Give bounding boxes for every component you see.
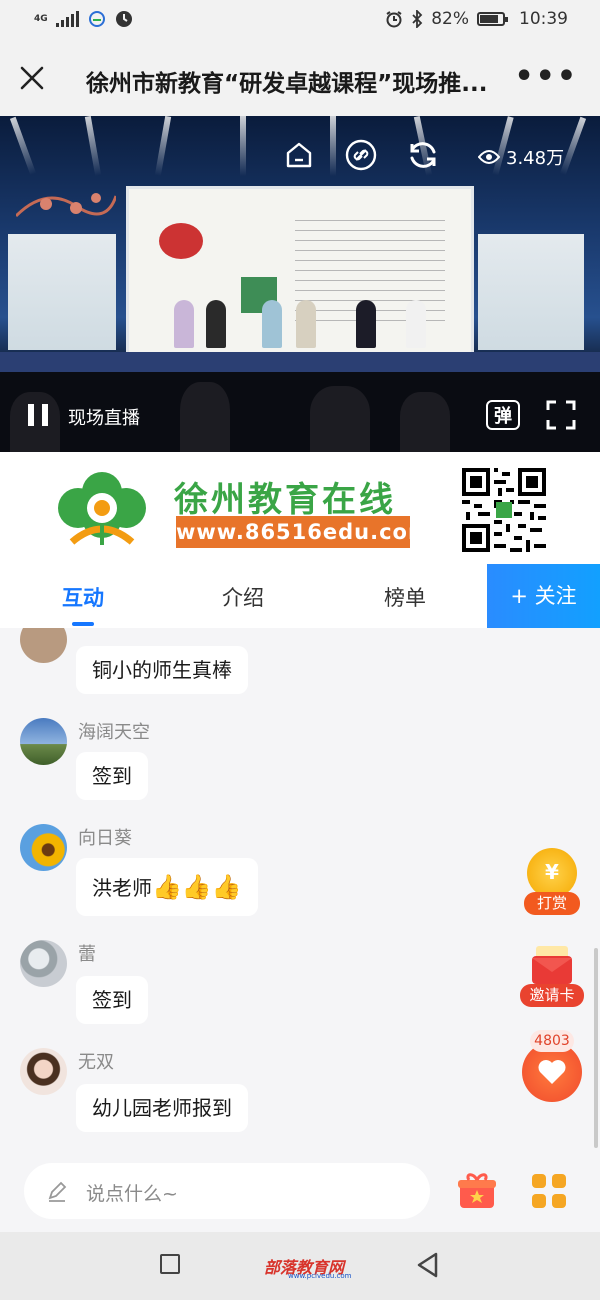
message-bubble: 签到 (76, 976, 148, 1024)
tip-label: 打赏 (524, 892, 580, 915)
avatar (20, 940, 67, 987)
tab-active-indicator (72, 622, 94, 626)
back-icon[interactable] (416, 1252, 440, 1278)
avatar (20, 824, 67, 871)
bluetooth-icon (412, 10, 423, 28)
input-bar: 说点什么~ (0, 1152, 600, 1232)
tab-ranking[interactable]: 榜单 (384, 582, 426, 612)
brand-url: www.86516edu.com (176, 516, 430, 548)
eye-icon (478, 150, 500, 164)
close-icon[interactable] (12, 58, 52, 98)
battery-percent: 82% (431, 9, 469, 29)
avatar (20, 718, 67, 765)
pause-icon[interactable] (28, 404, 50, 426)
message-bubble: 铜小的师生真棒 (76, 646, 248, 694)
invite-card-button[interactable]: 邀请卡 (520, 942, 584, 1010)
qr-code (462, 468, 546, 552)
status-bar: 4G 82% 10:39 (0, 0, 600, 40)
avatar (20, 628, 67, 663)
tab-bar: 互动 介绍 榜单 + 关注 (0, 564, 600, 629)
thumbs-up-icon: 👍👍👍 (152, 873, 242, 901)
clock-time: 10:39 (519, 9, 568, 29)
chat-input-placeholder: 说点什么~ (86, 1183, 178, 1205)
page-title: 徐州市新教育“研发卓越课程”现场推... (86, 71, 488, 97)
refresh-icon[interactable] (406, 138, 440, 172)
gift-icon[interactable] (456, 1170, 498, 1212)
live-label: 现场直播 (68, 408, 140, 429)
username: 向日葵 (78, 828, 132, 849)
message-bubble: 洪老师👍👍👍 (76, 858, 258, 916)
username: 无双 (78, 1052, 114, 1073)
network-type: 4G (34, 13, 48, 24)
cloud-icon (88, 11, 105, 27)
pencil-icon (48, 1181, 67, 1202)
watermark-url: www.pcivedu.com (288, 1272, 352, 1280)
username: 海阔天空 (78, 722, 150, 743)
follow-button[interactable]: + 关注 (487, 564, 600, 628)
apps-icon[interactable] (532, 1174, 566, 1208)
avatar (20, 1048, 67, 1095)
tip-button[interactable]: ¥ 打赏 (524, 848, 580, 918)
tab-interact[interactable]: 互动 (62, 582, 104, 612)
view-count: 3.48万 (478, 144, 564, 170)
sponsor-banner[interactable]: 徐州教育在线 www.86516edu.com (0, 452, 600, 564)
envelope-icon (532, 946, 572, 984)
danmaku-toggle[interactable]: 弹 (486, 400, 520, 430)
brand-name: 徐州教育在线 (174, 480, 396, 520)
signal-icon (55, 11, 79, 27)
like-count: 4803 (530, 1030, 574, 1052)
system-nav-bar: 部落教育网 www.pcivedu.com (0, 1232, 600, 1300)
chat-list[interactable]: 铜小的师生真棒 海阔天空 签到 向日葵 洪老师👍👍👍 蕾 签到 无双 幼儿园老师… (0, 628, 600, 1152)
recents-icon[interactable] (160, 1254, 180, 1274)
more-icon[interactable]: ••• (514, 62, 578, 92)
message-text: 洪老师 (92, 876, 152, 900)
battery-icon (477, 12, 508, 26)
like-button[interactable]: 4803 (520, 1030, 584, 1104)
tab-intro[interactable]: 介绍 (222, 582, 264, 612)
alarm-icon (386, 11, 402, 28)
link-icon[interactable] (344, 138, 378, 172)
home-icon[interactable] (282, 138, 316, 172)
scrollbar[interactable] (594, 948, 598, 1148)
message-bubble: 幼儿园老师报到 (76, 1084, 248, 1132)
message-bubble: 签到 (76, 752, 148, 800)
brand-logo (58, 472, 146, 545)
invite-label: 邀请卡 (520, 984, 584, 1007)
fullscreen-icon[interactable] (546, 400, 576, 430)
title-bar: 徐州市新教育“研发卓越课程”现场推... ••• (0, 40, 600, 116)
username: 蕾 (78, 944, 96, 965)
chat-input[interactable]: 说点什么~ (24, 1163, 430, 1219)
coin-icon: ¥ (527, 848, 577, 898)
view-count-value: 3.48万 (506, 148, 565, 169)
clock-icon (115, 11, 132, 27)
